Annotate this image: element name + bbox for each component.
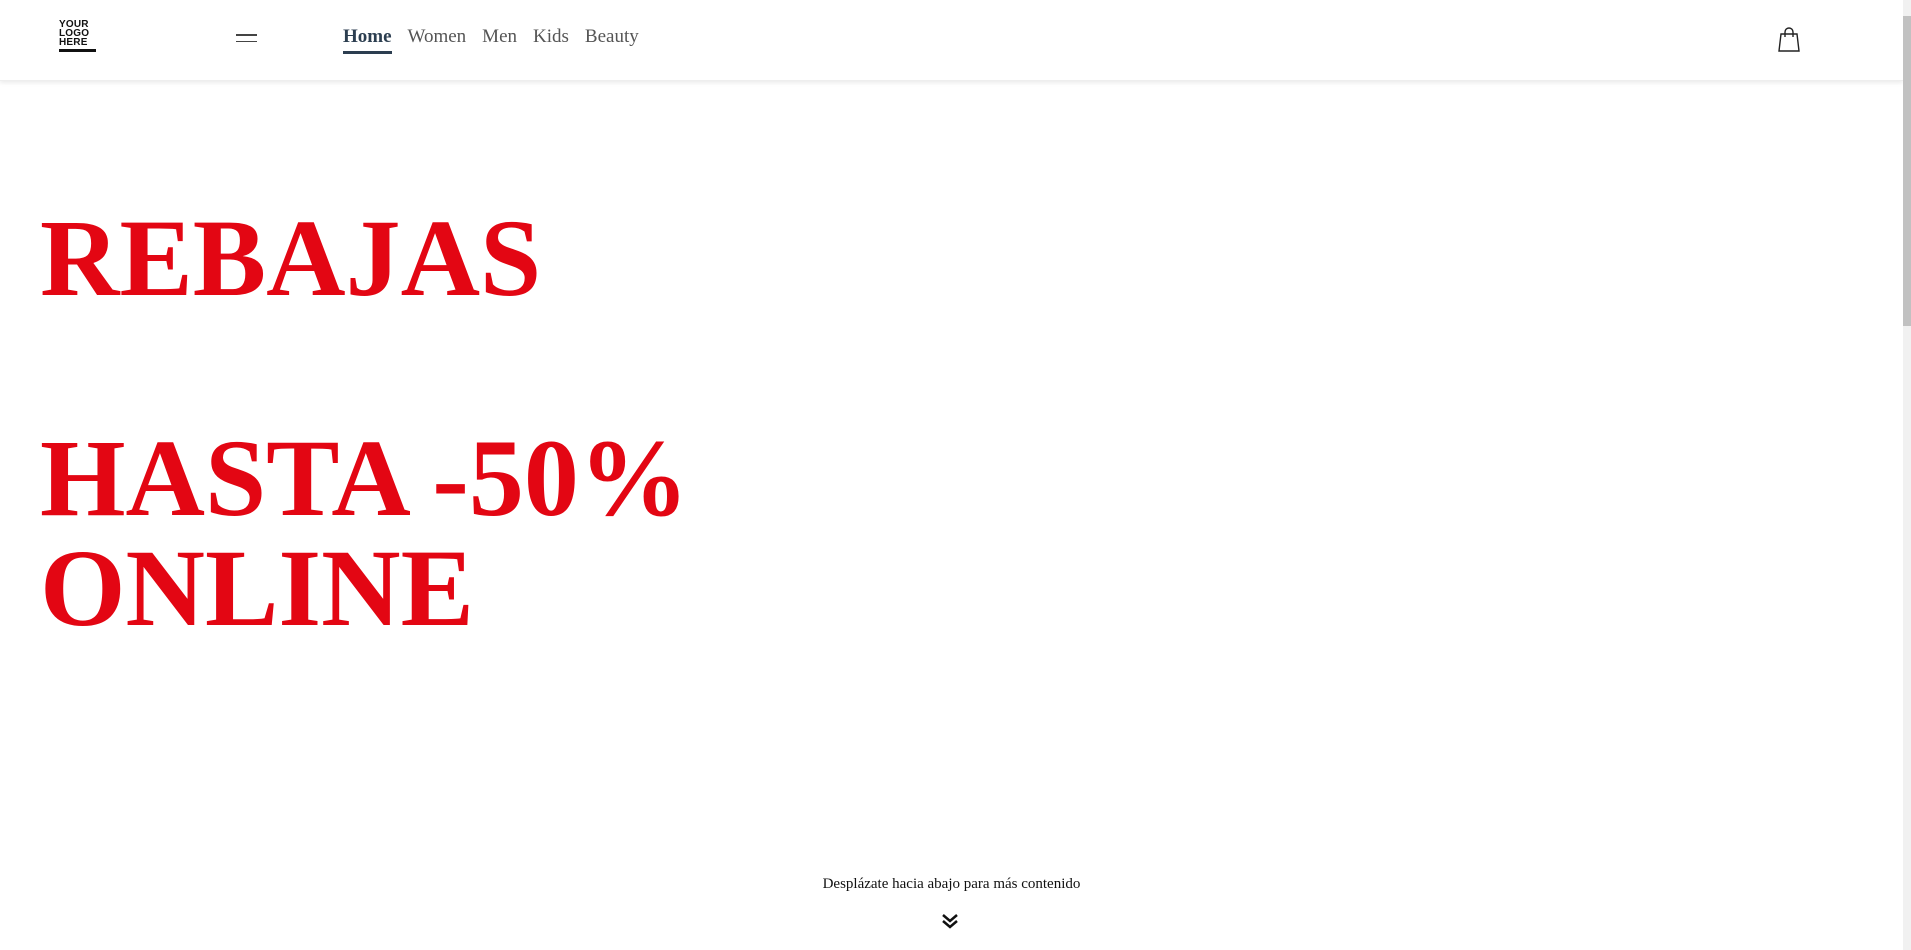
scrollbar-thumb[interactable] [1903,16,1911,326]
hero-sale-text: REBAJAS HASTA -50% ONLINE [40,203,689,643]
site-header: YOUR LOGO HERE Home Women Men Kids Beauty [0,0,1903,81]
nav-women[interactable]: Women [408,26,467,54]
hero-line-1: REBAJAS [40,197,542,319]
hero-line-2 [40,313,689,423]
nav-beauty[interactable]: Beauty [585,26,639,54]
scroll-hint-text: Desplázate hacia abajo para más contenid… [822,876,1081,892]
double-chevron-down-icon[interactable] [941,913,959,934]
page-scrollbar[interactable] [1903,0,1911,950]
nav-kids[interactable]: Kids [533,26,569,54]
hero-line-4: ONLINE [40,527,474,649]
shopping-bag-icon[interactable] [1777,25,1801,57]
hamburger-icon[interactable] [236,34,257,42]
main-nav: Home Women Men Kids Beauty [343,26,655,54]
logo[interactable]: YOUR LOGO HERE [59,20,97,52]
nav-home[interactable]: Home [343,26,392,54]
hero-line-3: HASTA -50% [40,417,689,539]
nav-men[interactable]: Men [482,26,517,54]
